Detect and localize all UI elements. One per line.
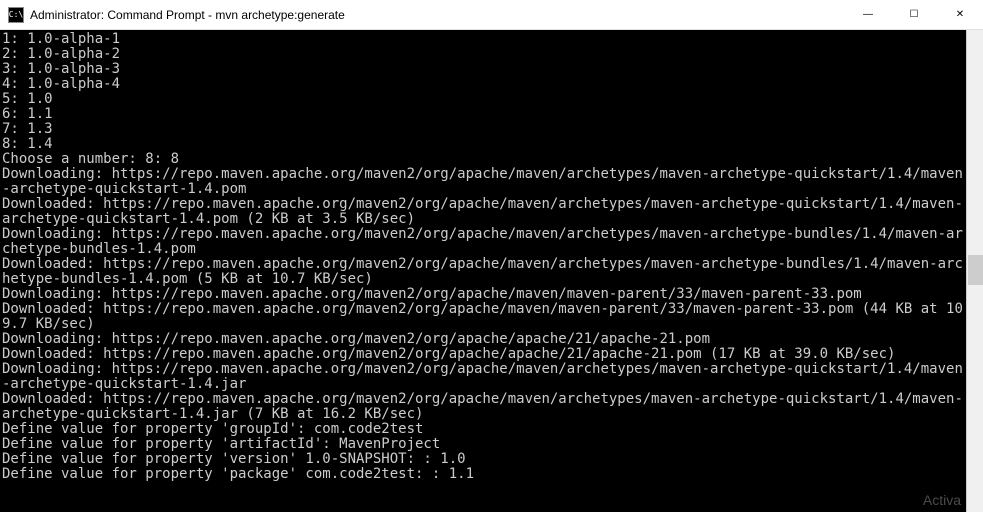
vertical-scrollbar[interactable] [966,30,983,512]
titlebar[interactable]: C:\ Administrator: Command Prompt - mvn … [0,0,983,30]
command-prompt-window: C:\ Administrator: Command Prompt - mvn … [0,0,983,512]
window-controls: — ☐ ✕ [845,0,983,30]
scrollbar-thumb[interactable] [968,255,983,285]
terminal-output[interactable]: 1: 1.0-alpha-1 2: 1.0-alpha-2 3: 1.0-alp… [0,30,966,512]
cmd-icon: C:\ [8,7,24,23]
terminal-area: 1: 1.0-alpha-1 2: 1.0-alpha-2 3: 1.0-alp… [0,30,983,512]
minimize-button[interactable]: — [845,0,891,30]
maximize-button[interactable]: ☐ [891,0,937,30]
window-title: Administrator: Command Prompt - mvn arch… [30,8,845,22]
close-button[interactable]: ✕ [937,0,983,30]
